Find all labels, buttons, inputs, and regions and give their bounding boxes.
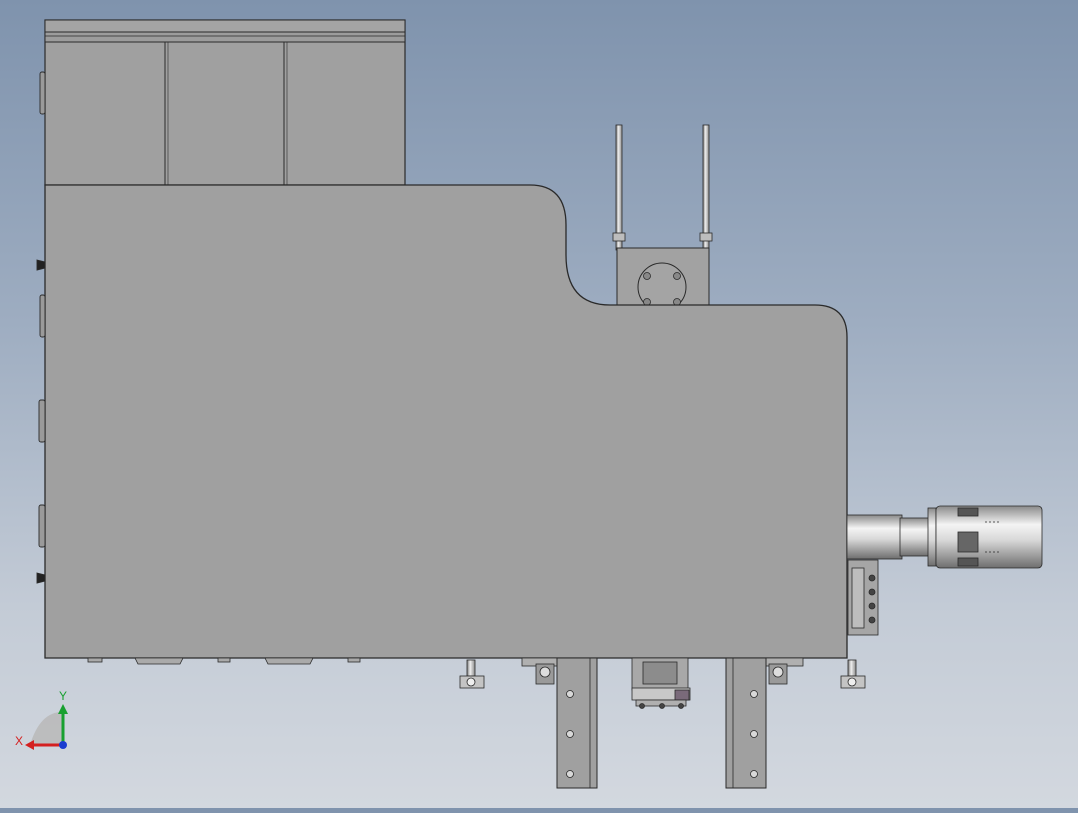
bottom-drive-unit[interactable]	[631, 657, 691, 709]
cad-viewport[interactable]: Y X	[0, 0, 1078, 808]
left-latches[interactable]	[36, 71, 46, 584]
y-axis-label: Y	[59, 689, 67, 703]
model-canvas[interactable]: Y X	[0, 0, 1078, 808]
support-leg-right[interactable]	[725, 657, 804, 789]
main-housing[interactable]	[44, 184, 848, 659]
top-mount-block[interactable]	[616, 247, 710, 312]
right-motor-assembly[interactable]	[846, 505, 1043, 636]
axis-triad: Y X	[15, 689, 68, 750]
z-axis-dot	[59, 741, 67, 749]
bottom-feet[interactable]	[87, 657, 361, 665]
vertical-rods[interactable]	[612, 124, 713, 251]
x-axis-label: X	[15, 734, 23, 748]
upper-housing[interactable]	[44, 19, 406, 186]
support-leg-left[interactable]	[521, 657, 598, 789]
